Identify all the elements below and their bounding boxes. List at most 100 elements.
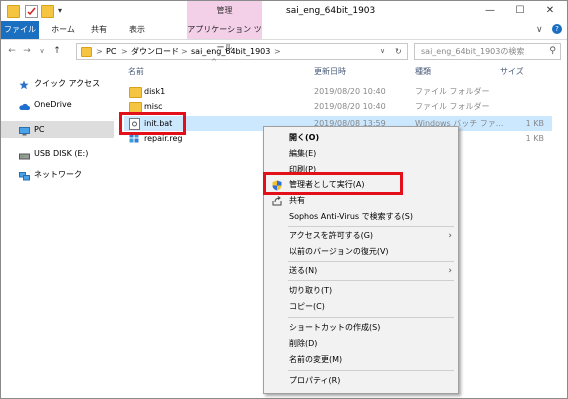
forward-button[interactable]: →: [21, 44, 33, 58]
file-row-disk1[interactable]: disk1 2019/08/20 10:40 ファイル フォルダー: [124, 84, 552, 99]
minimize-button[interactable]: —: [475, 1, 505, 21]
menu-item-label: プロパティ(R): [289, 376, 341, 385]
column-header-name[interactable]: 名前: [128, 66, 144, 77]
search-placeholder: sai_eng_64bit_1903の検索: [421, 47, 525, 56]
address-bar[interactable]: > PC > ダウンロード > sai_eng_64bit_1903 > ∨ ↻: [76, 43, 408, 60]
contextual-tab-group-label: 管理: [187, 1, 262, 21]
nav-item-pc[interactable]: PC: [1, 121, 114, 138]
usb-drive-icon: [19, 149, 30, 160]
tab-share[interactable]: 共有: [87, 21, 111, 39]
breadcrumb-downloads[interactable]: ダウンロード: [131, 44, 179, 59]
file-size: 1 KB: [525, 134, 544, 143]
folder-icon: [129, 87, 142, 98]
help-icon[interactable]: ?: [552, 24, 562, 34]
new-folder-icon[interactable]: [41, 5, 54, 18]
menu-item-label: 名前の変更(M): [289, 355, 343, 364]
menu-item-give-access[interactable]: アクセスを許可する(G) ›: [264, 228, 458, 244]
nav-item-label: ネットワーク: [34, 170, 82, 179]
menu-item-label: コピー(C): [289, 302, 325, 311]
menu-item-label: 開く(O): [289, 133, 320, 142]
menu-item-cut[interactable]: 切り取り(T): [264, 283, 458, 299]
menu-item-properties[interactable]: プロパティ(R): [264, 373, 458, 389]
highlight-box-run-as-admin: [263, 172, 403, 195]
star-icon: [19, 79, 29, 90]
breadcrumb-separator: >: [96, 47, 103, 56]
column-header-size[interactable]: サイズ: [500, 66, 524, 77]
address-row: ← → ∨ ↑ > PC > ダウンロード > sai_eng_64bit_19…: [1, 40, 567, 62]
nav-item-quick-access[interactable]: クイック アクセス: [1, 75, 114, 92]
menu-item-sophos-scan[interactable]: Sophos Anti-Virus で検索する(S): [264, 209, 458, 225]
network-icon: [19, 170, 30, 181]
properties-icon[interactable]: [25, 5, 38, 18]
submenu-arrow-icon: ›: [448, 266, 452, 276]
menu-item-delete[interactable]: 削除(D): [264, 336, 458, 352]
ribbon-tabs: ファイル ホーム 共有 表示 アプリケーション ツール ∨ ?: [1, 21, 567, 52]
refresh-icon[interactable]: ↻: [395, 44, 402, 59]
file-type: ファイル フォルダー: [415, 87, 490, 96]
highlight-box-init-bat: [119, 112, 186, 135]
breadcrumb-pc[interactable]: PC: [106, 44, 116, 59]
menu-item-rename[interactable]: 名前の変更(M): [264, 352, 458, 368]
recent-locations-button[interactable]: ∨: [36, 44, 48, 58]
tab-home[interactable]: ホーム: [48, 21, 78, 39]
nav-item-label: PC: [34, 125, 45, 134]
tab-file[interactable]: ファイル: [1, 21, 39, 39]
file-name: disk1: [144, 87, 166, 96]
breadcrumb-current-folder[interactable]: sai_eng_64bit_1903: [191, 44, 270, 59]
tab-application-tools[interactable]: アプリケーション ツール: [187, 21, 262, 52]
nav-item-onedrive[interactable]: OneDrive: [1, 96, 114, 113]
folder-icon: [7, 5, 20, 18]
search-box[interactable]: sai_eng_64bit_1903の検索 ⚲: [414, 43, 561, 60]
menu-item-label: 以前のバージョンの復元(V): [289, 247, 389, 256]
submenu-arrow-icon: ›: [448, 231, 452, 241]
menu-item-label: Sophos Anti-Virus で検索する(S): [289, 212, 413, 221]
column-header-type[interactable]: 種類: [415, 66, 431, 77]
file-row-misc[interactable]: misc 2019/08/20 10:40 ファイル フォルダー: [124, 99, 552, 114]
explorer-window: ▾ 管理 sai_eng_64bit_1903 — ☐ ✕ ファイル ホーム 共…: [0, 0, 568, 399]
customize-toolbar-icon[interactable]: ▾: [58, 5, 66, 16]
back-button[interactable]: ←: [6, 44, 18, 58]
folder-icon: [81, 47, 92, 57]
menu-item-label: ショートカットの作成(S): [289, 323, 381, 332]
menu-item-edit[interactable]: 編集(E): [264, 146, 458, 162]
file-size: 1 KB: [525, 119, 544, 128]
menu-separator: [288, 317, 454, 318]
navigation-pane: クイック アクセス OneDrive PC USB DISK (E:) ネットワ…: [1, 63, 114, 397]
menu-item-create-shortcut[interactable]: ショートカットの作成(S): [264, 320, 458, 336]
nav-item-label: クイック アクセス: [34, 79, 101, 88]
context-menu: 開く(O) 編集(E) 印刷(P) 管理者として実行(A) 共有 Sophos …: [263, 126, 459, 394]
up-button[interactable]: ↑: [51, 44, 63, 58]
tab-view[interactable]: 表示: [124, 21, 150, 39]
nav-item-network[interactable]: ネットワーク: [1, 166, 114, 183]
sort-arrow-icon: ^: [211, 58, 217, 66]
breadcrumb-separator: >: [274, 47, 281, 56]
nav-item-usb-disk[interactable]: USB DISK (E:): [1, 145, 114, 162]
cloud-icon: [19, 100, 30, 110]
menu-item-label: 切り取り(T): [289, 286, 333, 295]
file-date: 2019/08/20 10:40: [314, 102, 386, 111]
nav-item-label: USB DISK (E:): [34, 149, 89, 158]
menu-item-restore-previous-versions[interactable]: 以前のバージョンの復元(V): [264, 244, 458, 260]
menu-separator: [288, 261, 454, 262]
breadcrumb-separator: >: [181, 47, 188, 56]
menu-item-open[interactable]: 開く(O): [264, 130, 458, 146]
menu-separator: [288, 226, 454, 227]
breadcrumb-separator: >: [121, 47, 128, 56]
column-header-date[interactable]: 更新日時: [314, 66, 346, 77]
computer-icon: [19, 125, 30, 136]
close-button[interactable]: ✕: [535, 1, 565, 21]
file-type: ファイル フォルダー: [415, 102, 490, 111]
nav-item-label: OneDrive: [34, 100, 72, 109]
menu-item-send-to[interactable]: 送る(N) ›: [264, 263, 458, 279]
address-dropdown-icon[interactable]: ∨: [380, 44, 385, 59]
menu-item-label: 共有: [289, 196, 305, 205]
search-icon[interactable]: ⚲: [549, 44, 556, 59]
file-date: 2019/08/20 10:40: [314, 87, 386, 96]
menu-item-share[interactable]: 共有: [264, 193, 458, 209]
menu-item-copy[interactable]: コピー(C): [264, 299, 458, 315]
menu-separator: [288, 280, 454, 281]
maximize-button[interactable]: ☐: [505, 1, 535, 21]
title-bar: ▾ 管理 sai_eng_64bit_1903 — ☐ ✕: [1, 1, 567, 21]
expand-ribbon-icon[interactable]: ∨: [536, 25, 543, 35]
menu-item-label: 削除(D): [289, 339, 318, 348]
